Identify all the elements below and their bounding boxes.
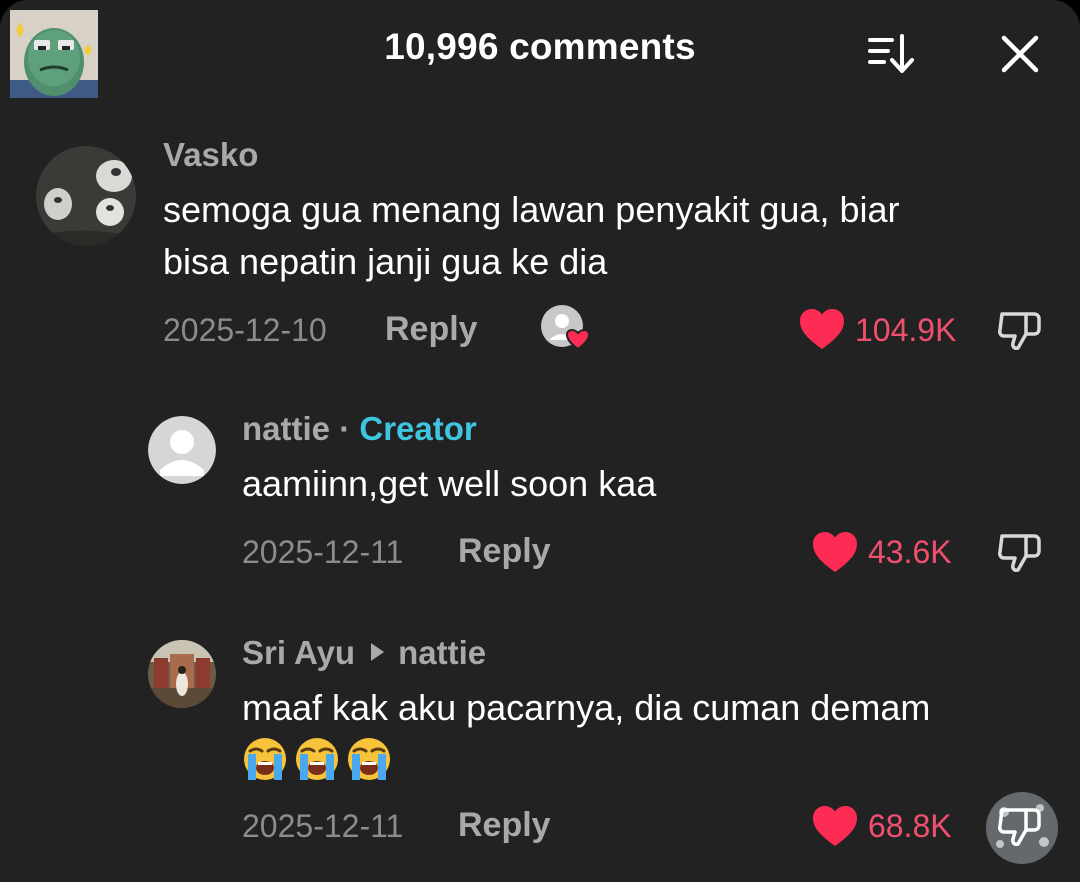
comment-username: nattie · Creator bbox=[242, 410, 477, 448]
avatar[interactable] bbox=[148, 640, 216, 708]
comment-date: 2025-12-11 bbox=[242, 808, 404, 844]
comment-text-line-1: semoga gua menang lawan penyakit gua, bi… bbox=[163, 189, 900, 230]
comment-username: Sri Ayu nattie bbox=[242, 634, 486, 672]
loudly-crying-face-icon bbox=[296, 738, 338, 780]
dislike-icon[interactable] bbox=[996, 802, 1044, 850]
comment-date: 2025-12-10 bbox=[163, 312, 327, 348]
sort-icon[interactable] bbox=[862, 28, 920, 78]
heart-icon[interactable] bbox=[811, 804, 859, 848]
username-label[interactable]: Sri Ayu bbox=[242, 634, 355, 671]
reply-button[interactable]: Reply bbox=[458, 532, 551, 571]
loudly-crying-face-icon bbox=[244, 738, 286, 780]
comments-sheet: 10,996 comments Vasko semoga gua menang … bbox=[0, 0, 1080, 882]
avatar[interactable] bbox=[148, 416, 216, 484]
emoji-row bbox=[242, 736, 398, 786]
like-count: 104.9K bbox=[855, 312, 957, 348]
separator-dot: · bbox=[339, 410, 351, 447]
comment-text: aamiinn,get well soon kaa bbox=[242, 463, 657, 504]
comment-text: maaf kak aku pacarnya, dia cuman demam bbox=[242, 687, 931, 728]
comment-username[interactable]: Vasko bbox=[163, 136, 258, 174]
reply-to-username[interactable]: nattie bbox=[398, 634, 486, 671]
dislike-icon[interactable] bbox=[996, 528, 1044, 576]
comment-text-line-2: bisa nepatin janji gua ke dia bbox=[163, 241, 608, 282]
creator-badge: Creator bbox=[359, 410, 477, 447]
loudly-crying-face-icon bbox=[348, 738, 390, 780]
heart-icon[interactable] bbox=[811, 530, 859, 574]
reply-to-arrow-icon bbox=[371, 643, 385, 661]
reply-button[interactable]: Reply bbox=[458, 806, 551, 845]
reply-button[interactable]: Reply bbox=[385, 310, 478, 349]
heart-icon[interactable] bbox=[798, 307, 846, 351]
creator-liked-icon bbox=[540, 304, 592, 356]
like-count: 43.6K bbox=[868, 534, 952, 570]
comment-date: 2025-12-11 bbox=[242, 534, 404, 570]
close-icon[interactable] bbox=[994, 28, 1046, 80]
avatar[interactable] bbox=[36, 146, 136, 246]
dislike-icon[interactable] bbox=[996, 306, 1044, 354]
like-count: 68.8K bbox=[868, 808, 952, 844]
username-label[interactable]: nattie bbox=[242, 410, 330, 447]
